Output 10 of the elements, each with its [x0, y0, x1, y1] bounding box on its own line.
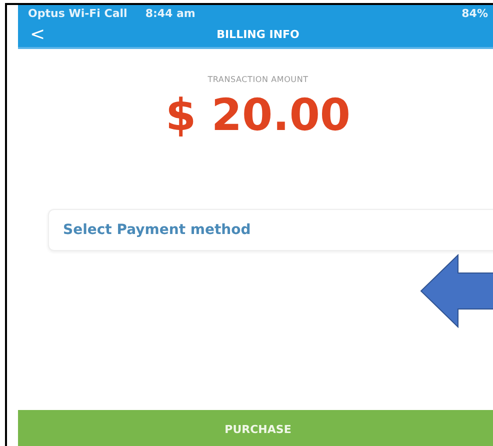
time-text: 8:44 am — [145, 7, 196, 20]
back-button[interactable]: < — [30, 22, 46, 47]
payment-method-field[interactable]: Select Payment method — [48, 209, 493, 251]
carrier-text: Optus Wi-Fi Call — [28, 7, 128, 20]
screen-title: BILLING INFO — [216, 28, 300, 41]
purchase-button[interactable]: PURCHASE — [18, 410, 493, 446]
battery-text: 84% — [462, 7, 488, 20]
left-arrow-icon — [420, 254, 493, 328]
transaction-label: TRANSACTION AMOUNT — [208, 75, 308, 84]
transaction-amount: $ 20.00 — [165, 90, 351, 141]
